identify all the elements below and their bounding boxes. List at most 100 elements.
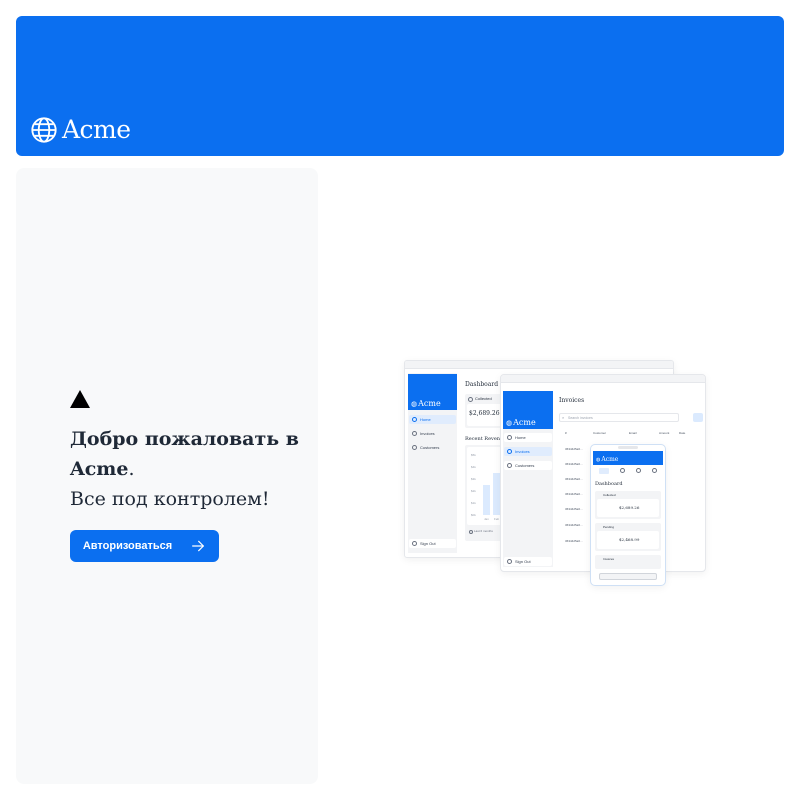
desktop-card-label: Collected xyxy=(475,396,492,401)
tablet-sign-out: Sign Out xyxy=(504,557,552,566)
mobile-card-pending: Pending $2,468.99 xyxy=(595,523,661,551)
home-icon xyxy=(412,417,417,422)
mobile-nav xyxy=(593,466,663,475)
tablet-nav-home: Home xyxy=(504,433,552,442)
desktop-nav-home: Home xyxy=(409,415,456,424)
tablet-bar xyxy=(501,375,705,383)
row-id: 3634425a6… xyxy=(565,447,584,451)
power-icon xyxy=(412,541,417,546)
desktop-y-tick: $2k xyxy=(471,489,476,493)
welcome-brand: Acme xyxy=(70,458,129,480)
welcome-prefix: Добро пожаловать в xyxy=(70,428,299,450)
revenue-bar xyxy=(493,473,500,515)
desktop-y-tick: $0k xyxy=(471,513,476,517)
arrow-right-icon xyxy=(192,540,205,552)
login-button[interactable]: Авторизоваться xyxy=(70,530,219,562)
mobile-card-label: Invoices xyxy=(603,557,615,561)
mobile-title: Dashboard xyxy=(595,481,623,487)
desktop-logo: ◍ Acme xyxy=(408,374,457,410)
mini-globe-icon: ◍ xyxy=(596,457,601,463)
banknotes-icon xyxy=(468,397,473,402)
mobile-card-collected: Collected $2,689.26 xyxy=(595,491,661,519)
document-icon xyxy=(507,449,512,454)
header-cell: Date xyxy=(679,431,686,435)
header-banner: Acme xyxy=(16,16,784,156)
desktop-sign-out-label: Sign Out xyxy=(420,541,436,546)
desktop-x-tick: Feb xyxy=(494,517,500,521)
hero-image: ◍ Acme Home Invoices Customers Sign Out … xyxy=(404,360,706,586)
mobile-card-value: $2,689.26 xyxy=(619,505,640,510)
tablet-nav-customers: Customers xyxy=(504,461,552,470)
mobile-card-label: Collected xyxy=(603,493,616,497)
tablet-nav-label: Invoices xyxy=(515,449,530,454)
welcome-heading: Добро пожаловать в Acme. xyxy=(70,424,300,484)
tablet-nav-label: Home xyxy=(515,435,526,440)
home-icon xyxy=(598,467,609,474)
tablet-create-button xyxy=(693,413,703,422)
desktop-y-tick: $4k xyxy=(471,465,476,469)
desktop-y-tick: $5k xyxy=(471,453,476,457)
mobile-home-indicator xyxy=(599,573,657,580)
search-icon: ⌕ xyxy=(562,415,565,420)
welcome-suffix: . xyxy=(128,458,135,480)
welcome-panel: Добро пожаловать в Acme. Все под контрол… xyxy=(16,168,318,784)
row-id: 3634425a6… xyxy=(565,492,584,496)
mobile-card-label: Pending xyxy=(603,525,615,529)
desktop-nav-invoices: Invoices xyxy=(409,429,456,438)
desktop-sign-out: Sign Out xyxy=(409,539,456,548)
row-id: 3634425a6… xyxy=(565,477,584,481)
header-cell: # xyxy=(565,431,567,435)
desktop-nav-label: Customers xyxy=(420,445,440,450)
power-icon xyxy=(652,468,658,473)
tablet-title: Invoices xyxy=(559,397,585,404)
desktop-y-tick: $3k xyxy=(471,477,476,481)
header-cell: Amount xyxy=(659,431,670,435)
tablet-search-placeholder: Search invoices xyxy=(568,415,593,420)
tablet-search-input: ⌕ Search invoices xyxy=(559,413,679,422)
desktop-card-value: $2,689.26 xyxy=(469,410,500,417)
document-icon xyxy=(619,468,625,473)
acme-logo[interactable]: Acme xyxy=(30,116,131,144)
mini-globe-icon: ◍ xyxy=(506,419,513,427)
triangle-icon xyxy=(70,390,90,408)
mobile-card-value: $2,468.99 xyxy=(619,537,640,542)
users-icon xyxy=(412,445,417,450)
power-icon xyxy=(507,559,512,564)
welcome-subtitle: Все под контролем! xyxy=(70,488,270,510)
desktop-chart-footer: Last 6 months xyxy=(474,529,493,533)
home-icon xyxy=(507,435,512,440)
desktop-x-tick: Jan xyxy=(484,517,489,521)
row-id: 3634425a6… xyxy=(565,507,584,511)
mobile-card-invoices: Invoices xyxy=(595,555,661,569)
desktop-logo-text: Acme xyxy=(418,399,441,408)
mobile-card-body: $2,689.26 xyxy=(597,499,659,517)
header-cell: Email xyxy=(629,431,637,435)
users-icon xyxy=(636,468,642,473)
tablet-nav-label: Customers xyxy=(515,463,535,468)
mini-globe-icon: ◍ xyxy=(411,400,418,408)
desktop-nav-label: Home xyxy=(420,417,431,422)
revenue-bar xyxy=(483,485,490,515)
login-button-label: Авторизоваться xyxy=(82,540,173,552)
tablet-sign-out-label: Sign Out xyxy=(515,559,531,564)
logo-text: Acme xyxy=(62,115,131,144)
desktop-nav-customers: Customers xyxy=(409,443,456,452)
row-id: 3634425a6… xyxy=(565,523,584,527)
mobile-mockup: ◍ Acme Dashboard Collected $2,689.26 Pen… xyxy=(590,444,666,586)
browser-bar xyxy=(405,361,673,369)
desktop-title: Dashboard xyxy=(465,381,499,388)
tablet-logo: ◍ Acme xyxy=(503,391,553,429)
desktop-nav-label: Invoices xyxy=(420,431,435,436)
mobile-logo-text: Acme xyxy=(601,456,619,463)
mobile-logo: ◍ Acme xyxy=(593,451,663,465)
desktop-y-tick: $1k xyxy=(471,501,476,505)
row-id: 3634425a6… xyxy=(565,462,584,466)
tablet-logo-text: Acme xyxy=(513,418,536,427)
header-cell: Customer xyxy=(593,431,607,435)
tablet-nav-invoices: Invoices xyxy=(504,447,552,456)
phone-notch xyxy=(618,446,638,449)
calendar-icon xyxy=(469,530,473,534)
globe-icon xyxy=(31,117,57,143)
row-id: 3634425a6… xyxy=(565,539,584,543)
document-icon xyxy=(412,431,417,436)
